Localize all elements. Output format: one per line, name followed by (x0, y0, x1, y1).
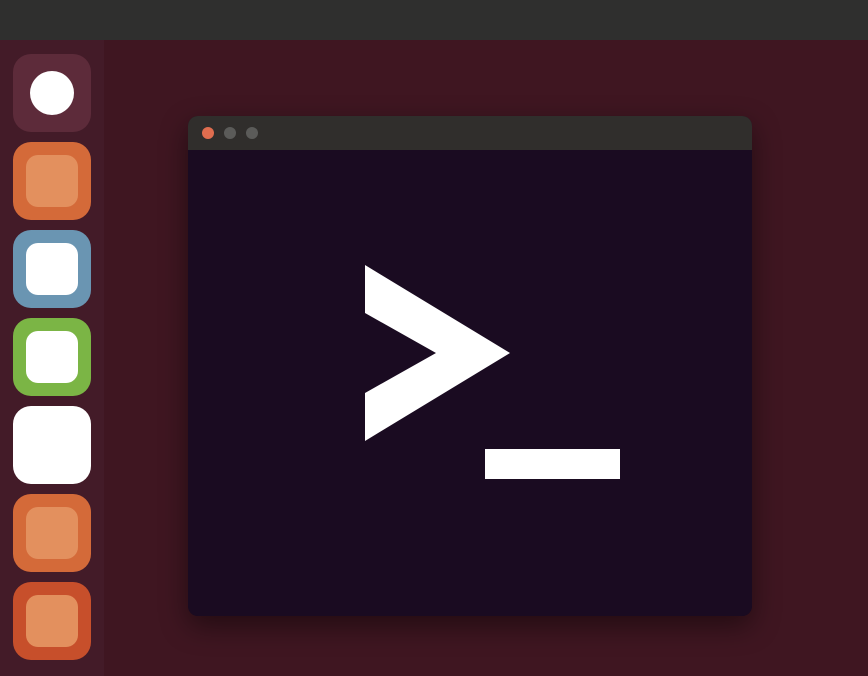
launcher-item-dash[interactable] (13, 54, 91, 132)
maximize-icon[interactable] (246, 127, 258, 139)
terminal-titlebar[interactable] (188, 116, 752, 150)
launcher-item-app-1[interactable] (13, 142, 91, 220)
top-panel (0, 0, 868, 40)
app-tile-icon (26, 595, 78, 647)
minimize-icon[interactable] (224, 127, 236, 139)
launcher-item-app-3[interactable] (13, 318, 91, 396)
launcher (0, 40, 104, 676)
launcher-item-app-2[interactable] (13, 230, 91, 308)
app-tile-icon (26, 155, 78, 207)
launcher-item-app-6[interactable] (13, 582, 91, 660)
app-tile-icon (26, 419, 78, 471)
terminal-body[interactable] (188, 150, 752, 616)
launcher-item-app-4[interactable] (13, 406, 91, 484)
app-tile-icon (26, 507, 78, 559)
terminal-prompt-icon (310, 253, 630, 513)
app-tile-icon (26, 331, 78, 383)
launcher-item-app-5[interactable] (13, 494, 91, 572)
search-icon (30, 71, 74, 115)
terminal-window[interactable] (188, 116, 752, 616)
close-icon[interactable] (202, 127, 214, 139)
app-tile-icon (26, 243, 78, 295)
